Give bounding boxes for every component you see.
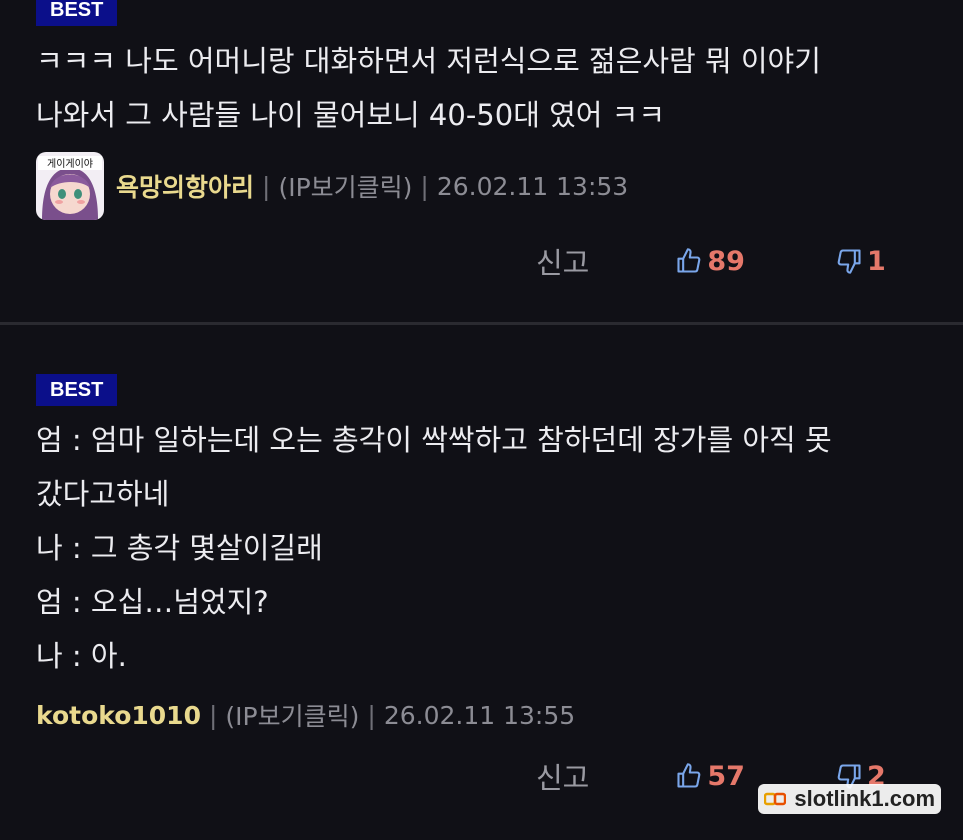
thumbs-down-icon <box>837 249 861 274</box>
dislike-count: 1 <box>866 245 886 277</box>
thumbs-up-icon <box>677 248 701 273</box>
avatar[interactable]: 게이게이야 <box>36 152 104 220</box>
report-button[interactable]: 신고 <box>536 755 589 797</box>
like-count: 89 <box>707 245 745 277</box>
comment-line: 나와서 그 사람들 나이 물어보니 40-50대 였어 ㅋㅋ <box>36 98 666 132</box>
avatar-text: 게이게이야 <box>47 158 93 170</box>
divider-bar: | <box>208 700 218 730</box>
comment-2: BEST 엄 : 엄마 일하는데 오는 총각이 싹싹하고 참하던데 장가를 아직… <box>0 325 963 840</box>
divider-bar: | <box>367 700 376 730</box>
comment-line: 엄 : 오십…넘었지? <box>36 585 269 619</box>
comment-body: 엄 : 엄마 일하는데 오는 총각이 싹싹하고 참하던데 장가를 아직 못 갔다… <box>36 413 943 683</box>
author-nickname[interactable]: 욕망의항아리 <box>116 168 254 204</box>
comment-line: ㅋㅋㅋ 나도 어머니랑 대화하면서 저런식으로 젊은사람 뭐 이야기 <box>36 44 821 78</box>
comment-line: 나 : 그 총각 몇살이길래 <box>36 531 323 565</box>
ip-link[interactable]: (IP보기클릭) <box>278 168 412 204</box>
comment-meta: 게이게이야 욕망의항아리 | (IP보기클릭) | 26.02.11 13:53 <box>36 152 628 220</box>
comment-meta: kotoko1010 | (IP보기클릭) | 26.02.11 13:55 <box>36 697 575 733</box>
divider-bar: | <box>420 171 429 201</box>
author-nickname[interactable]: kotoko1010 <box>36 701 201 730</box>
comment-1: BEST ㅋㅋㅋ 나도 어머니랑 대화하면서 저런식으로 젊은사람 뭐 이야기 … <box>0 0 963 325</box>
report-button[interactable]: 신고 <box>536 240 589 282</box>
best-badge: BEST <box>36 374 118 406</box>
comment-actions: 신고 89 1 <box>536 240 886 282</box>
like-count: 57 <box>707 760 745 792</box>
divider-bar: | <box>262 171 271 201</box>
thumbs-up-icon <box>677 763 701 788</box>
timestamp: 26.02.11 13:55 <box>383 700 576 730</box>
watermark-text: slotlink1.com <box>794 786 935 811</box>
best-badge: BEST <box>36 0 118 26</box>
like-button[interactable]: 89 <box>675 246 745 277</box>
comment-body: ㅋㅋㅋ 나도 어머니랑 대화하면서 저런식으로 젊은사람 뭐 이야기 나와서 그… <box>36 34 943 142</box>
site-watermark: slotlink1.com <box>758 784 941 814</box>
ip-link[interactable]: (IP보기클릭) <box>225 697 359 733</box>
dislike-button[interactable]: 1 <box>835 246 886 277</box>
link-logo-icon <box>764 792 787 806</box>
comment-line: 갔다고하네 <box>36 477 170 511</box>
comment-line: 엄 : 엄마 일하는데 오는 총각이 싹싹하고 참하던데 장가를 아직 못 <box>36 423 832 457</box>
comment-line: 나 : 아. <box>36 639 127 673</box>
like-button[interactable]: 57 <box>675 761 745 792</box>
timestamp: 26.02.11 13:53 <box>436 171 629 201</box>
